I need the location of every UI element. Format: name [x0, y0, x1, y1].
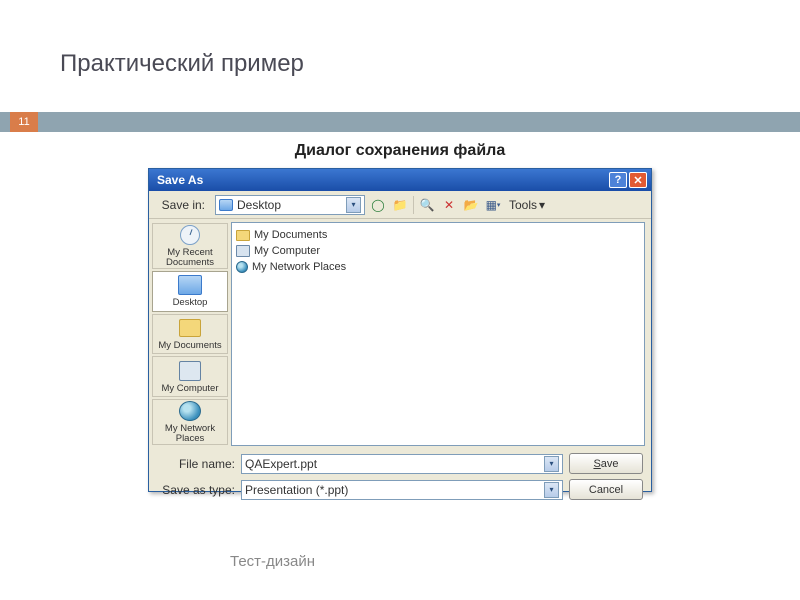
- slide-number: 11: [10, 112, 38, 132]
- places-bar: My Recent Documents Desktop My Documents…: [149, 219, 231, 449]
- slide-title: Практический пример: [60, 50, 304, 78]
- slide-footer: Тест-дизайн: [230, 553, 315, 570]
- tools-label: Tools: [509, 198, 537, 212]
- dialog-footer: File name: QAExpert.ppt ▾ Save Save as t…: [149, 449, 651, 511]
- list-item[interactable]: My Documents: [236, 227, 640, 243]
- clock-icon: [177, 224, 203, 246]
- list-item[interactable]: My Network Places: [236, 259, 640, 275]
- back-icon[interactable]: ◯: [369, 196, 387, 214]
- place-recent[interactable]: My Recent Documents: [152, 223, 228, 269]
- desktop-icon: [177, 274, 203, 296]
- savein-combo[interactable]: Desktop ▾: [215, 195, 365, 215]
- search-icon[interactable]: 🔍: [418, 196, 436, 214]
- computer-icon: [177, 360, 203, 382]
- list-item[interactable]: My Computer: [236, 243, 640, 259]
- toolbar: Save in: Desktop ▾ ◯ 📁 🔍 ✕ 📂 ▦▾ Tools ▾: [149, 191, 651, 219]
- newfolder-icon[interactable]: 📂: [462, 196, 480, 214]
- file-name: My Network Places: [252, 261, 346, 273]
- globe-icon: [177, 400, 203, 422]
- place-label: My Recent Documents: [153, 248, 227, 268]
- globe-icon: [236, 261, 248, 273]
- place-mydocuments[interactable]: My Documents: [152, 314, 228, 355]
- delete-icon[interactable]: ✕: [440, 196, 458, 214]
- place-mycomputer[interactable]: My Computer: [152, 356, 228, 397]
- dialog-body: My Recent Documents Desktop My Documents…: [149, 219, 651, 449]
- place-desktop[interactable]: Desktop: [152, 271, 228, 312]
- place-label: My Documents: [158, 341, 221, 351]
- chevron-down-icon: ▾: [539, 198, 545, 212]
- views-icon[interactable]: ▦▾: [484, 196, 502, 214]
- saveastype-label: Save as type:: [157, 483, 235, 497]
- file-name: My Documents: [254, 229, 327, 241]
- chevron-down-icon[interactable]: ▾: [346, 197, 361, 213]
- saveastype-value: Presentation (*.ppt): [245, 483, 348, 497]
- help-button[interactable]: ?: [609, 172, 627, 188]
- computer-icon: [236, 245, 250, 257]
- filename-label: File name:: [157, 457, 235, 471]
- slide-subheading: Диалог сохранения файла: [0, 142, 800, 160]
- slide-stripe: [0, 112, 800, 132]
- chevron-down-icon[interactable]: ▾: [544, 456, 559, 472]
- place-network[interactable]: My Network Places: [152, 399, 228, 445]
- separator: [413, 196, 414, 214]
- saveastype-input[interactable]: Presentation (*.ppt) ▾: [241, 480, 563, 500]
- titlebar[interactable]: Save As ? ✕: [149, 169, 651, 191]
- chevron-down-icon[interactable]: ▾: [544, 482, 559, 498]
- save-as-dialog: Save As ? ✕ Save in: Desktop ▾ ◯ 📁 🔍 ✕ 📂…: [148, 168, 652, 492]
- tools-menu[interactable]: Tools ▾: [506, 198, 548, 212]
- savein-value: Desktop: [237, 198, 342, 212]
- close-button[interactable]: ✕: [629, 172, 647, 188]
- filename-input[interactable]: QAExpert.ppt ▾: [241, 454, 563, 474]
- place-label: My Network Places: [153, 424, 227, 444]
- save-button[interactable]: Save: [569, 453, 643, 474]
- dialog-title: Save As: [153, 173, 607, 187]
- savein-label: Save in:: [155, 198, 211, 212]
- up-icon[interactable]: 📁: [391, 196, 409, 214]
- file-list[interactable]: My Documents My Computer My Network Plac…: [231, 222, 645, 446]
- place-label: Desktop: [173, 298, 208, 308]
- folder-icon: [177, 317, 203, 339]
- folder-icon: [236, 230, 250, 241]
- file-name: My Computer: [254, 245, 320, 257]
- cancel-button[interactable]: Cancel: [569, 479, 643, 500]
- filename-value: QAExpert.ppt: [245, 457, 317, 471]
- place-label: My Computer: [161, 384, 218, 394]
- desktop-icon: [219, 199, 233, 211]
